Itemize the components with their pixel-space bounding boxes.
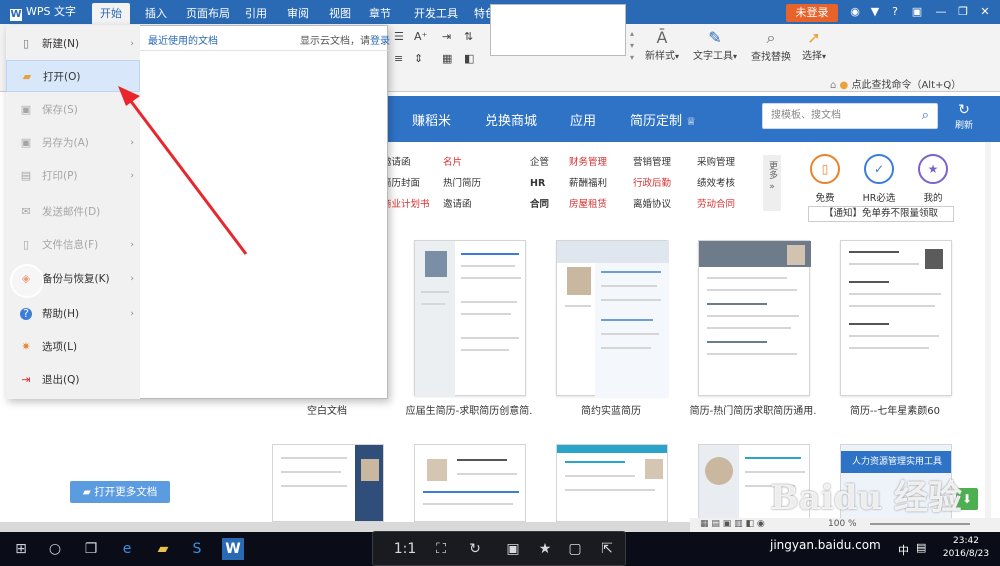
sogou-icon[interactable]: S	[186, 538, 208, 560]
share-icon[interactable]: ⇱	[596, 538, 618, 560]
ime-indicator[interactable]: 中	[898, 542, 909, 558]
open-more-docs-button[interactable]: ▰ 打开更多文档	[70, 481, 170, 503]
cortana-icon[interactable]: ○	[44, 538, 66, 560]
clock-date: 2016/8/23	[942, 549, 990, 559]
watermark: Baidu 经验	[770, 478, 963, 518]
wps-writer-icon[interactable]: W	[222, 538, 244, 560]
folder-icon: ▰	[82, 486, 91, 498]
notification-icon[interactable]: ▤	[916, 541, 926, 554]
task-view-icon[interactable]: ❐	[80, 538, 102, 560]
open-more-label: 打开更多文档	[94, 486, 158, 498]
windows-start-icon[interactable]: ⊞	[10, 538, 32, 560]
clock-time: 23:42	[953, 536, 979, 546]
fit-window-icon[interactable]: ⛶	[430, 538, 452, 560]
save-image-icon[interactable]: ▣	[502, 538, 524, 560]
watermark-url: jingyan.baidu.com	[770, 538, 881, 552]
fullscreen-icon[interactable]: ▢	[564, 538, 586, 560]
ie-icon[interactable]: e	[116, 538, 138, 560]
rotate-icon[interactable]: ↻	[464, 538, 486, 560]
file-explorer-icon[interactable]: ▰	[152, 538, 174, 560]
actual-size-button[interactable]: 1:1	[390, 538, 420, 560]
clock[interactable]: 23:42 2016/8/23	[936, 535, 996, 563]
favorite-icon[interactable]: ★	[534, 538, 556, 560]
